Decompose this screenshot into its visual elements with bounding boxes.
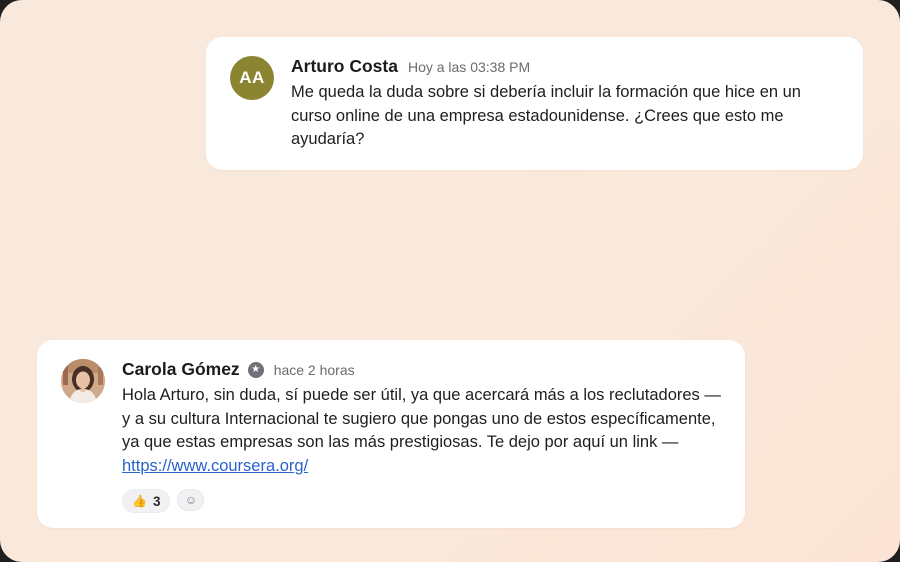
star-icon: ★ — [247, 361, 264, 378]
avatar-initials: AA — [239, 68, 265, 87]
message-card-carola: Carola Gómez ★ hace 2 horas Hola Arturo,… — [37, 340, 745, 528]
message-header: Carola Gómez ★ hace 2 horas — [122, 359, 355, 380]
reaction-thumbs-up[interactable]: 👍 3 — [122, 489, 171, 513]
avatar[interactable] — [61, 359, 105, 403]
message-link[interactable]: https://www.coursera.org/ — [122, 457, 308, 475]
add-reaction-button[interactable]: ☺ — [177, 489, 205, 511]
chat-thread: AA Arturo Costa Hoy a las 03:38 PM Me qu… — [0, 0, 900, 562]
reaction-bar: 👍 3 ☺ — [122, 489, 205, 513]
smiley-icon: ☺ — [184, 493, 198, 507]
reaction-count: 3 — [152, 493, 161, 509]
message-text: Me queda la duda sobre si debería inclui… — [291, 83, 801, 148]
message-timestamp: Hoy a las 03:38 PM — [407, 59, 531, 75]
message-header: Arturo Costa Hoy a las 03:38 PM — [291, 56, 530, 77]
thumbs-up-icon: 👍 — [132, 494, 147, 508]
message-timestamp: hace 2 horas — [273, 361, 355, 378]
avatar[interactable]: AA — [230, 56, 274, 100]
user-photo-icon — [61, 359, 105, 403]
message-text: Hola Arturo, sin duda, sí puede ser útil… — [122, 384, 728, 478]
author-name[interactable]: Arturo Costa — [291, 56, 398, 77]
message-card-arturo: AA Arturo Costa Hoy a las 03:38 PM Me qu… — [206, 37, 863, 170]
author-name[interactable]: Carola Gómez — [122, 359, 240, 380]
message-text-body: Hola Arturo, sin duda, sí puede ser útil… — [122, 386, 721, 451]
